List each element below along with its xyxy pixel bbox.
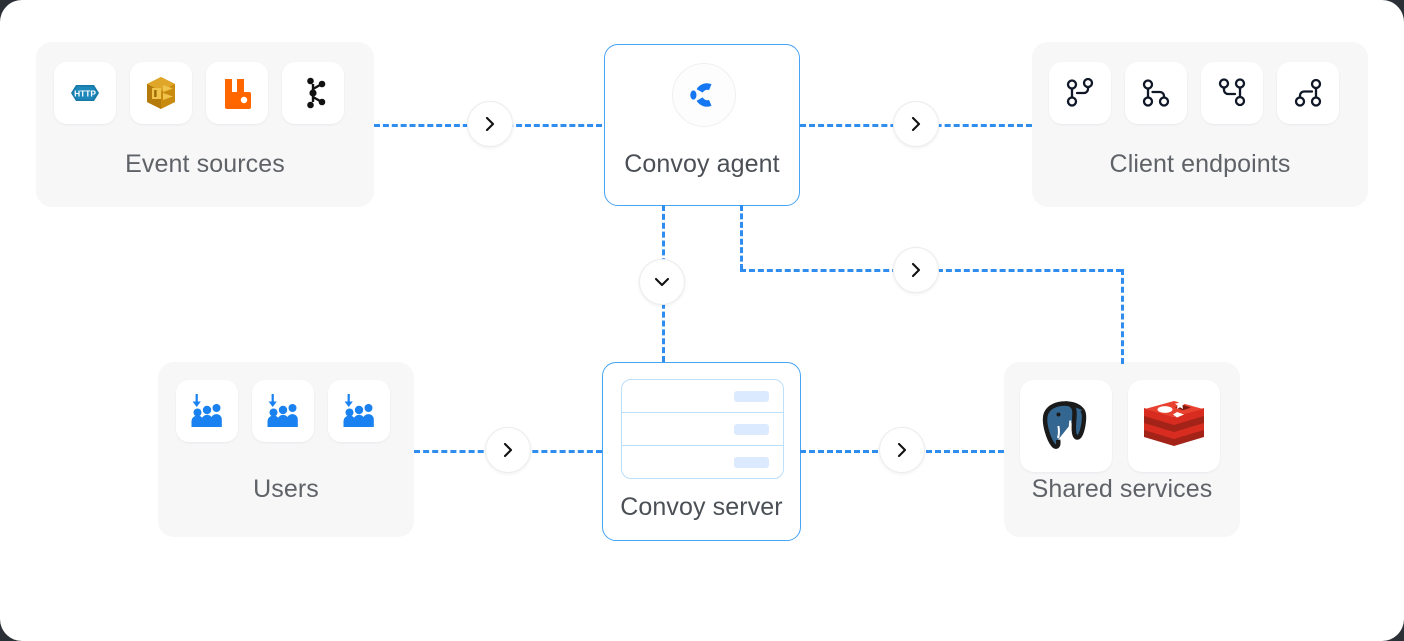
endpoint-node-icon-1	[1066, 77, 1094, 107]
chevron-right-icon	[911, 116, 921, 132]
users-group-icon-3-tile[interactable]	[328, 380, 390, 442]
endpoint-node-icon-3	[1218, 78, 1246, 107]
aws-sqs-icon	[147, 77, 175, 109]
chevron-down-icon	[654, 277, 670, 287]
endpoint-node-icon-3-tile[interactable]	[1201, 62, 1263, 124]
table-row	[622, 446, 783, 478]
panel-shared-services[interactable]: Shared services	[1004, 362, 1240, 537]
kafka-icon	[307, 77, 326, 109]
endpoint-node-icon-4	[1294, 78, 1322, 107]
client-endpoints-icon-row	[1049, 62, 1339, 124]
aws-sqs-icon-tile[interactable]	[130, 62, 192, 124]
node-convoy-server[interactable]: Convoy server	[602, 362, 801, 541]
endpoint-node-icon-2	[1142, 79, 1170, 107]
wire-agent-to-shared-vertical	[740, 205, 743, 270]
redis-icon-tile[interactable]	[1128, 380, 1220, 472]
connector-event-sources-to-agent[interactable]	[467, 101, 513, 147]
panel-event-sources[interactable]: HTTP Event sources	[36, 42, 374, 207]
chevron-right-icon	[485, 116, 495, 132]
table-row	[622, 380, 783, 413]
endpoint-node-icon-2-tile[interactable]	[1125, 62, 1187, 124]
postgresql-icon	[1042, 401, 1087, 449]
shared-services-label: Shared services	[1031, 475, 1213, 503]
connector-agent-to-shared-services[interactable]	[893, 247, 939, 293]
convoy-logo-circle	[672, 63, 736, 127]
http-icon-tile[interactable]: HTTP	[54, 62, 116, 124]
server-table-mock	[621, 379, 784, 479]
svg-text:HTTP: HTTP	[74, 88, 96, 98]
panel-users[interactable]: Users	[158, 362, 414, 537]
http-icon: HTTP	[71, 85, 99, 101]
users-icon-row	[176, 380, 390, 442]
convoy-logo-icon	[690, 83, 712, 107]
chevron-right-icon	[911, 262, 921, 278]
convoy-server-label: Convoy server	[620, 493, 783, 521]
connector-agent-to-client-endpoints[interactable]	[893, 101, 939, 147]
endpoint-node-icon-1-tile[interactable]	[1049, 62, 1111, 124]
kafka-icon-tile[interactable]	[282, 62, 344, 124]
endpoint-node-icon-4-tile[interactable]	[1277, 62, 1339, 124]
users-group-icon-1-tile[interactable]	[176, 380, 238, 442]
shared-services-icon-row	[1020, 380, 1220, 472]
table-row	[622, 413, 783, 446]
client-endpoints-label: Client endpoints	[1109, 150, 1291, 178]
row-badge	[734, 457, 769, 468]
node-convoy-agent[interactable]: Convoy agent	[604, 44, 800, 206]
connector-agent-to-server[interactable]	[639, 259, 685, 305]
users-group-icon-1	[191, 394, 222, 427]
diagram-canvas: HTTP Event sources Convoy agent Client e…	[0, 0, 1404, 641]
chevron-right-icon	[897, 442, 907, 458]
convoy-agent-label: Convoy agent	[624, 150, 780, 178]
redis-icon	[1144, 400, 1204, 446]
chevron-right-icon	[503, 442, 513, 458]
users-label: Users	[253, 475, 319, 503]
connector-server-to-shared-services[interactable]	[879, 427, 925, 473]
rabbitmq-icon	[225, 79, 251, 109]
users-group-icon-3	[343, 394, 374, 427]
row-badge	[734, 390, 769, 402]
event-sources-label: Event sources	[125, 150, 285, 178]
users-group-icon-2-tile[interactable]	[252, 380, 314, 442]
users-group-icon-2	[267, 394, 298, 427]
event-sources-icon-row: HTTP	[54, 62, 344, 124]
row-badge	[734, 423, 769, 435]
rabbitmq-icon-tile[interactable]	[206, 62, 268, 124]
postgresql-icon-tile[interactable]	[1020, 380, 1112, 472]
wire-shared-services-dropin	[1121, 269, 1124, 364]
panel-client-endpoints[interactable]: Client endpoints	[1032, 42, 1368, 207]
connector-users-to-server[interactable]	[485, 427, 531, 473]
